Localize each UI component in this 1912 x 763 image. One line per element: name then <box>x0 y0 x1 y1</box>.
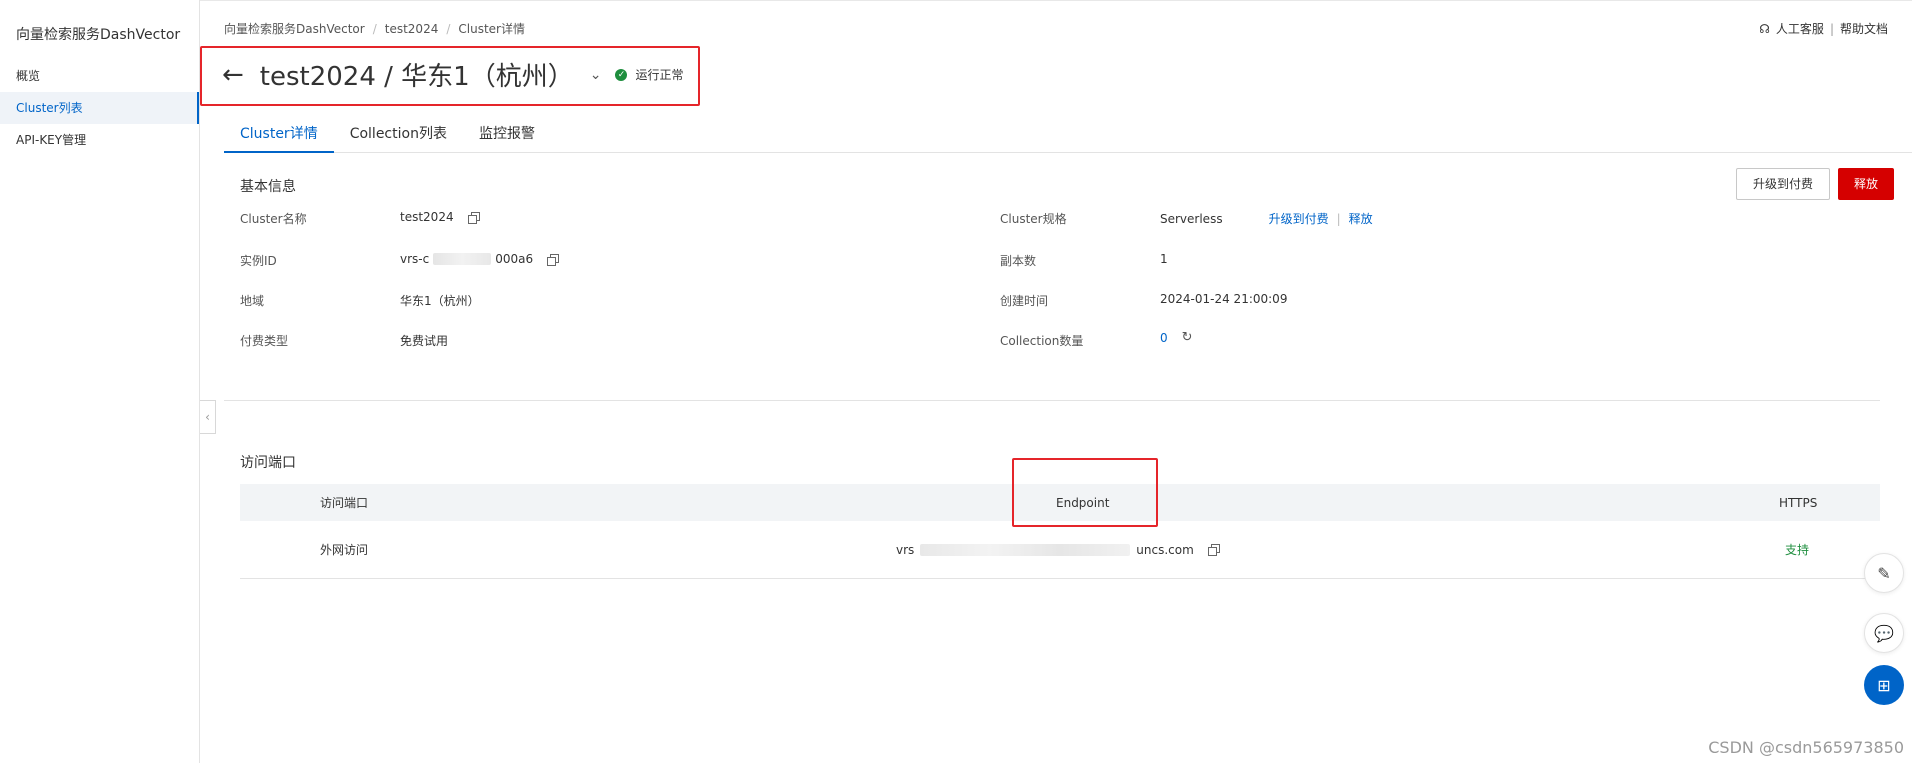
tab-monitoring[interactable]: 监控报警 <box>463 118 551 153</box>
billing-value: 免费试用 <box>400 334 449 348</box>
column-header-https: HTTPS <box>1779 495 1818 510</box>
back-arrow-icon[interactable]: ← <box>222 62 244 88</box>
upgrade-button[interactable]: 升级到付费 <box>1736 168 1830 200</box>
highlight-box-endpoint <box>1012 458 1158 527</box>
top-links: ☊ 人工客服 | 帮助文档 <box>1759 20 1888 37</box>
pencil-icon: ✎ <box>1877 563 1891 583</box>
table-row: 外网访问 vrs uncs.com 支持 <box>240 521 1880 579</box>
tab-bar: Cluster详情 Collection列表 监控报警 <box>224 118 1912 153</box>
redacted-mask <box>920 543 1131 556</box>
sidebar-item-cluster-list[interactable]: Cluster列表 <box>0 92 199 124</box>
chevron-left-icon: ‹ <box>205 410 210 424</box>
copy-icon[interactable] <box>1207 544 1220 556</box>
chat-button[interactable]: 💬 <box>1864 613 1904 653</box>
page-title: test2024 / 华东1（杭州） <box>259 62 574 92</box>
endpoint-prefix: vrs <box>896 542 915 557</box>
top-border <box>0 0 1912 1</box>
chevron-down-icon[interactable]: ⌄ <box>590 67 602 83</box>
created-label: 创建时间 <box>1000 294 1049 308</box>
page-header: ← test2024 / 华东1（杭州） ⌄ ✓ 运行正常 <box>222 56 683 93</box>
cluster-name-label: Cluster名称 <box>240 212 307 226</box>
region-label: 地域 <box>240 294 265 308</box>
created-value: 2024-01-24 21:00:09 <box>1160 292 1288 306</box>
apps-button[interactable]: ⊞ <box>1864 665 1904 705</box>
breadcrumb: 向量检索服务DashVector / test2024 / Cluster详情 <box>224 20 525 37</box>
instance-id-suffix: 000a6 <box>495 252 534 266</box>
basic-info-title: 基本信息 <box>240 179 296 195</box>
copy-icon[interactable] <box>467 211 480 224</box>
column-header-port: 访问端口 <box>320 496 369 510</box>
sidebar-item-api-key[interactable]: API-KEY管理 <box>0 124 199 156</box>
top-links-divider: | <box>1829 21 1834 36</box>
endpoint-cell: vrs uncs.com <box>896 521 1220 578</box>
access-title: 访问端口 <box>240 455 296 471</box>
release-link[interactable]: 释放 <box>1349 210 1373 227</box>
copy-icon[interactable] <box>547 253 560 266</box>
breadcrumb-item-product[interactable]: 向量检索服务DashVector <box>224 22 365 36</box>
release-button[interactable]: 释放 <box>1838 168 1894 200</box>
cluster-name-text: test2024 <box>400 210 454 224</box>
product-name: 向量检索服务DashVector <box>16 27 181 43</box>
breadcrumb-item-cluster[interactable]: test2024 <box>385 22 439 36</box>
refresh-icon[interactable]: ↻ <box>1182 330 1193 345</box>
port-cell: 外网访问 <box>320 543 369 557</box>
collection-count-label: Collection数量 <box>1000 334 1084 348</box>
spec-text: Serverless <box>1160 211 1223 226</box>
section-divider <box>224 400 1880 401</box>
endpoint-suffix: uncs.com <box>1136 542 1194 557</box>
status-text: 运行正常 <box>635 68 684 82</box>
status-badge: ✓ 运行正常 <box>615 66 683 83</box>
collection-count-value: 0 ↻ <box>1160 330 1193 345</box>
support-link[interactable]: 人工客服 <box>1776 20 1824 37</box>
spec-value: Serverless 升级到付费 | 释放 <box>1160 210 1373 227</box>
replica-value: 1 <box>1160 252 1168 266</box>
check-circle-icon: ✓ <box>615 68 628 81</box>
collection-count-link[interactable]: 0 <box>1160 331 1168 345</box>
sidebar-item-overview[interactable]: 概览 <box>0 60 199 92</box>
headset-icon: ☊ <box>1759 21 1770 36</box>
instance-id-value: vrs-c 000a6 <box>400 252 560 266</box>
breadcrumb-separator: / <box>372 22 377 36</box>
cluster-name-value: test2024 <box>400 210 480 224</box>
sidebar-collapse-button[interactable]: ‹ <box>200 400 216 434</box>
grid-icon: ⊞ <box>1877 675 1891 695</box>
sidebar: 向量检索服务DashVector 概览 Cluster列表 API-KEY管理 <box>0 0 200 763</box>
instance-id-label: 实例ID <box>240 254 277 268</box>
instance-id-prefix: vrs-c <box>400 252 430 266</box>
edit-feedback-button[interactable]: ✎ <box>1864 553 1904 593</box>
docs-link[interactable]: 帮助文档 <box>1840 20 1888 37</box>
replica-label: 副本数 <box>1000 254 1037 268</box>
spec-label: Cluster规格 <box>1000 212 1067 226</box>
https-cell: 支持 <box>1785 543 1810 557</box>
watermark: CSDN @csdn565973850 <box>1708 738 1904 757</box>
region-value: 华东1（杭州） <box>400 294 480 308</box>
upgrade-link[interactable]: 升级到付费 <box>1269 210 1329 227</box>
breadcrumb-item-current: Cluster详情 <box>458 22 525 36</box>
breadcrumb-separator: / <box>446 22 451 36</box>
billing-label: 付费类型 <box>240 334 289 348</box>
redacted-mask <box>433 253 492 265</box>
tab-cluster-detail[interactable]: Cluster详情 <box>224 118 334 153</box>
link-separator: | <box>1336 211 1341 226</box>
tab-collection-list[interactable]: Collection列表 <box>334 118 463 153</box>
chat-bubble-icon: 💬 <box>1874 623 1894 643</box>
